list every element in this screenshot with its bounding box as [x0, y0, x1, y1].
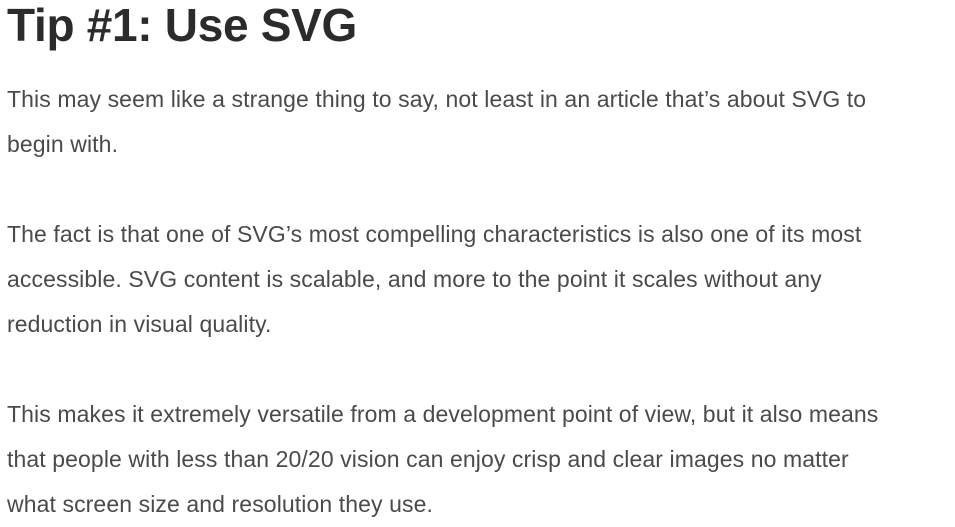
paragraph-line: reduction in visual quality.	[7, 311, 272, 337]
paragraph-line: The fact is that one of SVG’s most compe…	[7, 221, 862, 247]
paragraph: This may seem like a strange thing to sa…	[7, 77, 952, 167]
section-heading: Tip #1: Use SVG	[7, 0, 358, 51]
paragraph: This makes it extremely versatile from a…	[7, 392, 952, 527]
paragraph-line: This makes it extremely versatile from a…	[7, 401, 879, 427]
paragraph-line: begin with.	[7, 131, 119, 157]
paragraph-line: This may seem like a strange thing to sa…	[7, 86, 867, 112]
paragraph-line: that people with less than 20/20 vision …	[7, 446, 849, 472]
paragraph: The fact is that one of SVG’s most compe…	[7, 212, 952, 347]
paragraph-line: what screen size and resolution they use…	[7, 491, 434, 517]
paragraph-line: accessible. SVG content is scalable, and…	[7, 266, 822, 292]
